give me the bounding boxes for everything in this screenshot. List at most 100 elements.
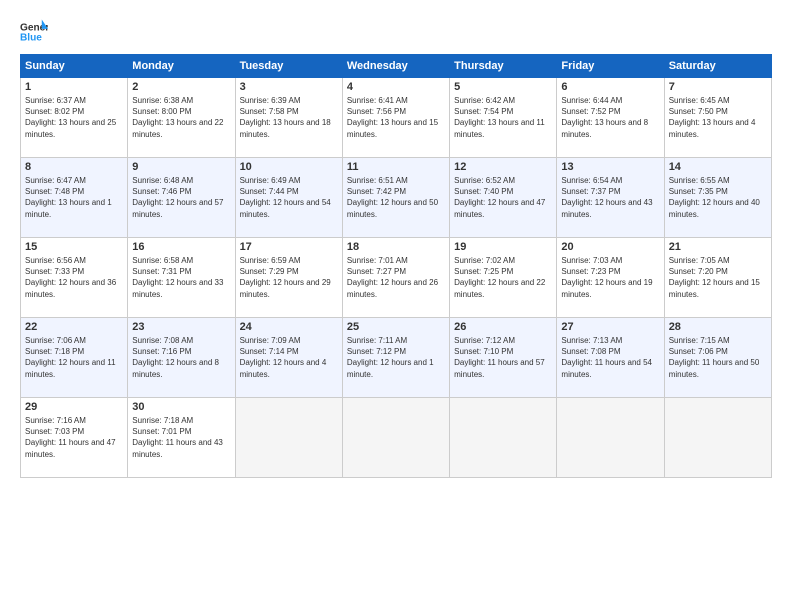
calendar-week-5: 29Sunrise: 7:16 AMSunset: 7:03 PMDayligh… [21, 398, 772, 478]
calendar-cell [450, 398, 557, 478]
cell-info: Sunrise: 6:59 AMSunset: 7:29 PMDaylight:… [240, 256, 331, 299]
cell-info: Sunrise: 6:56 AMSunset: 7:33 PMDaylight:… [25, 256, 116, 299]
day-number: 15 [25, 241, 123, 253]
calendar-week-4: 22 Sunrise: 7:06 AMSunset: 7:18 PMDayligh… [21, 318, 772, 398]
cell-info: Sunrise: 7:06 AMSunset: 7:18 PMDaylight:… [25, 336, 116, 379]
cell-info: Sunrise: 7:13 AMSunset: 7:08 PMDaylight:… [561, 336, 652, 379]
day-number: 5 [454, 81, 552, 93]
calendar-table: SundayMondayTuesdayWednesdayThursdayFrid… [20, 54, 772, 478]
calendar-cell: 15 Sunrise: 6:56 AMSunset: 7:33 PMDayligh… [21, 238, 128, 318]
day-number: 19 [454, 241, 552, 253]
day-number: 22 [25, 321, 123, 333]
day-number: 17 [240, 241, 338, 253]
calendar-cell: 10 Sunrise: 6:49 AMSunset: 7:44 PMDayligh… [235, 158, 342, 238]
calendar-cell: 24Sunrise: 7:09 AMSunset: 7:14 PMDayligh… [235, 318, 342, 398]
day-number: 23 [132, 321, 230, 333]
calendar-cell [557, 398, 664, 478]
day-number: 7 [669, 81, 767, 93]
calendar-week-3: 15 Sunrise: 6:56 AMSunset: 7:33 PMDayligh… [21, 238, 772, 318]
day-number: 13 [561, 161, 659, 173]
calendar-cell: 16 Sunrise: 6:58 AMSunset: 7:31 PMDayligh… [128, 238, 235, 318]
calendar-cell: 18 Sunrise: 7:01 AMSunset: 7:27 PMDayligh… [342, 238, 449, 318]
calendar-cell: 13 Sunrise: 6:54 AMSunset: 7:37 PMDayligh… [557, 158, 664, 238]
cell-info: Sunrise: 6:38 AMSunset: 8:00 PMDaylight:… [132, 96, 223, 139]
calendar-cell: 3Sunrise: 6:39 AMSunset: 7:58 PMDaylight… [235, 78, 342, 158]
cell-info: Sunrise: 6:47 AMSunset: 7:48 PMDaylight:… [25, 176, 112, 219]
calendar-cell: 9Sunrise: 6:48 AMSunset: 7:46 PMDaylight… [128, 158, 235, 238]
header-friday: Friday [557, 55, 664, 78]
day-number: 16 [132, 241, 230, 253]
day-number: 26 [454, 321, 552, 333]
cell-info: Sunrise: 6:52 AMSunset: 7:40 PMDaylight:… [454, 176, 545, 219]
calendar-cell: 14Sunrise: 6:55 AMSunset: 7:35 PMDayligh… [664, 158, 771, 238]
cell-info: Sunrise: 7:03 AMSunset: 7:23 PMDaylight:… [561, 256, 652, 299]
calendar-cell: 29Sunrise: 7:16 AMSunset: 7:03 PMDayligh… [21, 398, 128, 478]
calendar-cell: 1Sunrise: 6:37 AMSunset: 8:02 PMDaylight… [21, 78, 128, 158]
calendar-cell: 30 Sunrise: 7:18 AMSunset: 7:01 PMDayligh… [128, 398, 235, 478]
calendar-cell: 22 Sunrise: 7:06 AMSunset: 7:18 PMDayligh… [21, 318, 128, 398]
cell-info: Sunrise: 7:15 AMSunset: 7:06 PMDaylight:… [669, 336, 760, 379]
cell-info: Sunrise: 6:44 AMSunset: 7:52 PMDaylight:… [561, 96, 648, 139]
day-number: 27 [561, 321, 659, 333]
calendar-cell: 11 Sunrise: 6:51 AMSunset: 7:42 PMDayligh… [342, 158, 449, 238]
calendar-cell: 28Sunrise: 7:15 AMSunset: 7:06 PMDayligh… [664, 318, 771, 398]
header-monday: Monday [128, 55, 235, 78]
day-number: 10 [240, 161, 338, 173]
day-number: 12 [454, 161, 552, 173]
cell-info: Sunrise: 6:37 AMSunset: 8:02 PMDaylight:… [25, 96, 116, 139]
cell-info: Sunrise: 6:45 AMSunset: 7:50 PMDaylight:… [669, 96, 756, 139]
day-number: 25 [347, 321, 445, 333]
calendar-cell [664, 398, 771, 478]
day-number: 29 [25, 401, 123, 413]
cell-info: Sunrise: 6:55 AMSunset: 7:35 PMDaylight:… [669, 176, 760, 219]
cell-info: Sunrise: 6:58 AMSunset: 7:31 PMDaylight:… [132, 256, 223, 299]
day-number: 24 [240, 321, 338, 333]
header-saturday: Saturday [664, 55, 771, 78]
calendar-cell: 7 Sunrise: 6:45 AMSunset: 7:50 PMDaylight… [664, 78, 771, 158]
cell-info: Sunrise: 7:18 AMSunset: 7:01 PMDaylight:… [132, 416, 223, 459]
day-number: 6 [561, 81, 659, 93]
header-sunday: Sunday [21, 55, 128, 78]
day-number: 4 [347, 81, 445, 93]
header-tuesday: Tuesday [235, 55, 342, 78]
page-header: General Blue [20, 18, 772, 46]
calendar-cell: 2 Sunrise: 6:38 AMSunset: 8:00 PMDaylight… [128, 78, 235, 158]
calendar-cell: 27 Sunrise: 7:13 AMSunset: 7:08 PMDayligh… [557, 318, 664, 398]
calendar-cell: 8 Sunrise: 6:47 AMSunset: 7:48 PMDaylight… [21, 158, 128, 238]
calendar-cell: 21Sunrise: 7:05 AMSunset: 7:20 PMDayligh… [664, 238, 771, 318]
calendar-cell: 17 Sunrise: 6:59 AMSunset: 7:29 PMDayligh… [235, 238, 342, 318]
cell-info: Sunrise: 6:54 AMSunset: 7:37 PMDaylight:… [561, 176, 652, 219]
calendar-cell: 20 Sunrise: 7:03 AMSunset: 7:23 PMDayligh… [557, 238, 664, 318]
cell-info: Sunrise: 7:08 AMSunset: 7:16 PMDaylight:… [132, 336, 219, 379]
calendar-cell: 26Sunrise: 7:12 AMSunset: 7:10 PMDayligh… [450, 318, 557, 398]
cell-info: Sunrise: 6:42 AMSunset: 7:54 PMDaylight:… [454, 96, 545, 139]
day-number: 30 [132, 401, 230, 413]
day-number: 8 [25, 161, 123, 173]
cell-info: Sunrise: 7:11 AMSunset: 7:12 PMDaylight:… [347, 336, 434, 379]
logo-icon: General Blue [20, 18, 48, 46]
calendar-week-1: 1Sunrise: 6:37 AMSunset: 8:02 PMDaylight… [21, 78, 772, 158]
calendar-cell [342, 398, 449, 478]
day-number: 20 [561, 241, 659, 253]
cell-info: Sunrise: 6:41 AMSunset: 7:56 PMDaylight:… [347, 96, 438, 139]
header-thursday: Thursday [450, 55, 557, 78]
calendar-cell: 12 Sunrise: 6:52 AMSunset: 7:40 PMDayligh… [450, 158, 557, 238]
calendar-cell [235, 398, 342, 478]
calendar-cell: 19 Sunrise: 7:02 AMSunset: 7:25 PMDayligh… [450, 238, 557, 318]
calendar-cell: 25 Sunrise: 7:11 AMSunset: 7:12 PMDayligh… [342, 318, 449, 398]
day-number: 11 [347, 161, 445, 173]
calendar-cell: 6 Sunrise: 6:44 AMSunset: 7:52 PMDaylight… [557, 78, 664, 158]
header-row: SundayMondayTuesdayWednesdayThursdayFrid… [21, 55, 772, 78]
calendar-cell: 23 Sunrise: 7:08 AMSunset: 7:16 PMDayligh… [128, 318, 235, 398]
day-number: 3 [240, 81, 338, 93]
day-number: 18 [347, 241, 445, 253]
cell-info: Sunrise: 7:01 AMSunset: 7:27 PMDaylight:… [347, 256, 438, 299]
cell-info: Sunrise: 6:51 AMSunset: 7:42 PMDaylight:… [347, 176, 438, 219]
header-wednesday: Wednesday [342, 55, 449, 78]
svg-text:Blue: Blue [20, 33, 42, 44]
day-number: 2 [132, 81, 230, 93]
cell-info: Sunrise: 7:02 AMSunset: 7:25 PMDaylight:… [454, 256, 545, 299]
calendar-cell: 5 Sunrise: 6:42 AMSunset: 7:54 PMDaylight… [450, 78, 557, 158]
cell-info: Sunrise: 6:49 AMSunset: 7:44 PMDaylight:… [240, 176, 331, 219]
day-number: 9 [132, 161, 230, 173]
